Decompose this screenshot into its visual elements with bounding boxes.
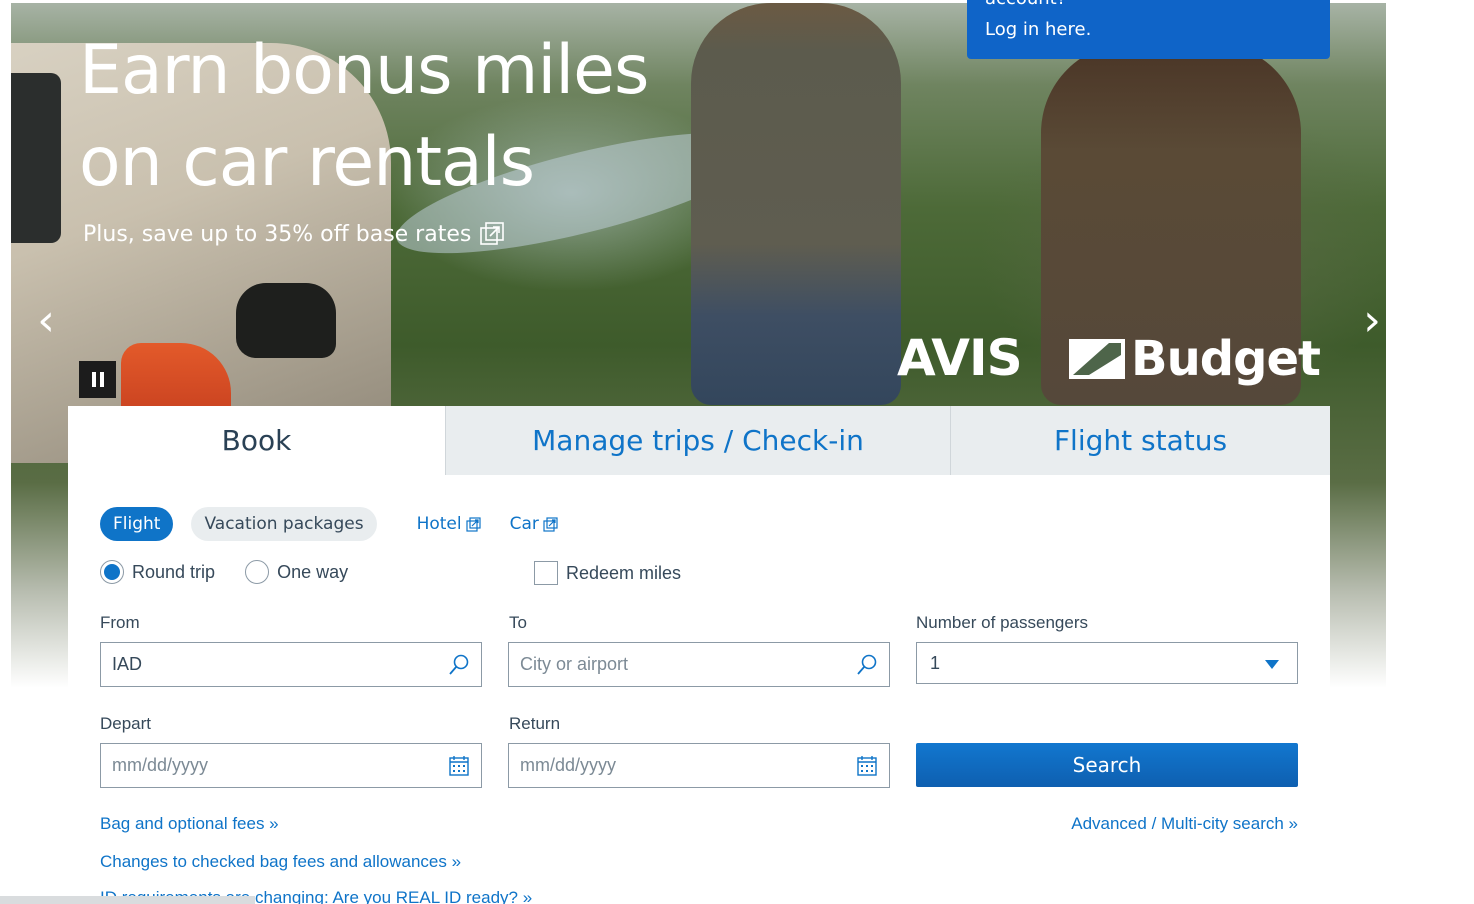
trip-type-radios: Round trip One way [100, 560, 348, 584]
advanced-search-link[interactable]: Advanced / Multi-city search » [1071, 814, 1298, 834]
vacation-packages-pill[interactable]: Vacation packages [191, 507, 377, 541]
to-label: To [509, 613, 527, 632]
round-trip-radio[interactable] [100, 560, 124, 584]
redeem-miles-option: Redeem miles [534, 561, 681, 585]
hero-title: Earn bonus miles on car rentals [79, 25, 699, 209]
return-label: Return [509, 714, 561, 733]
checked-bag-changes-link[interactable]: Changes to checked bag fees and allowanc… [100, 852, 461, 872]
carousel-pause-button[interactable] [79, 361, 116, 398]
search-icon[interactable] [447, 653, 471, 677]
round-trip-label[interactable]: Round trip [132, 562, 215, 583]
passengers-select[interactable]: 1 [916, 642, 1298, 684]
budget-mark-icon [1069, 339, 1125, 379]
login-callout-question: account? [985, 0, 1066, 9]
hero-title-line1: Earn bonus miles [79, 31, 649, 110]
depart-date-input[interactable]: mm/dd/yyyy [100, 743, 482, 788]
external-link-icon [466, 516, 481, 532]
calendar-icon[interactable] [447, 754, 471, 778]
to-input[interactable]: City or airport [508, 642, 890, 687]
external-link-icon [480, 222, 505, 245]
one-way-radio[interactable] [245, 560, 270, 584]
search-button[interactable]: Search [916, 743, 1298, 787]
budget-logo-text: Budget [1131, 331, 1321, 387]
from-input[interactable]: IAD [100, 642, 482, 687]
car-link[interactable]: Car [510, 514, 558, 534]
carousel-prev-arrow[interactable]: ‹ [31, 299, 61, 343]
pause-icon-bar-left [91, 372, 96, 387]
booking-type-selector: Flight Vacation packages Hotel Car [100, 507, 558, 541]
calendar-icon[interactable] [855, 754, 879, 778]
redeem-miles-checkbox[interactable] [534, 561, 558, 585]
return-placeholder: mm/dd/yyyy [520, 755, 617, 775]
booking-tabs: Book Manage trips / Check-in Flight stat… [68, 406, 1330, 475]
redeem-miles-label[interactable]: Redeem miles [566, 563, 681, 584]
login-link[interactable]: Log in here. [985, 19, 1091, 40]
from-value: IAD [112, 654, 143, 674]
one-way-label[interactable]: One way [277, 562, 348, 583]
hotel-link[interactable]: Hotel [417, 514, 481, 534]
carousel-next-arrow[interactable]: › [1357, 299, 1386, 343]
budget-logo: Budget [1069, 331, 1321, 387]
external-link-icon [543, 516, 558, 532]
passengers-value: 1 [930, 652, 941, 673]
hero-subtitle-link[interactable]: Plus, save up to 35% off base rates [83, 221, 505, 247]
to-placeholder: City or airport [520, 654, 629, 674]
hero-subtitle: Plus, save up to 35% off base rates [83, 221, 472, 247]
flight-pill[interactable]: Flight [100, 507, 174, 541]
chevron-down-icon [1265, 660, 1279, 669]
tab-flight-status[interactable]: Flight status [950, 406, 1330, 475]
hero-man-image [691, 3, 901, 405]
tab-manage-trips[interactable]: Manage trips / Check-in [445, 406, 950, 475]
car-mirror [236, 283, 336, 358]
login-callout[interactable]: account? Log in here. [967, 0, 1330, 59]
depart-placeholder: mm/dd/yyyy [112, 755, 209, 775]
tab-book[interactable]: Book [68, 406, 445, 475]
booking-widget: Book Manage trips / Check-in Flight stat… [68, 406, 1330, 904]
car-window [11, 73, 61, 243]
car-link-label: Car [509, 514, 539, 534]
bag-fees-link[interactable]: Bag and optional fees » [100, 814, 279, 834]
horizontal-scrollbar[interactable] [0, 896, 255, 904]
avis-logo: AVIS [897, 329, 1023, 387]
hero-title-line2: on car rentals [79, 123, 535, 202]
return-date-input[interactable]: mm/dd/yyyy [508, 743, 890, 788]
depart-label: Depart [100, 714, 152, 733]
from-label: From [100, 613, 140, 632]
passengers-label: Number of passengers [916, 613, 1088, 632]
hotel-link-label: Hotel [416, 514, 462, 534]
search-icon[interactable] [855, 653, 879, 677]
pause-icon-bar-right [99, 372, 104, 387]
